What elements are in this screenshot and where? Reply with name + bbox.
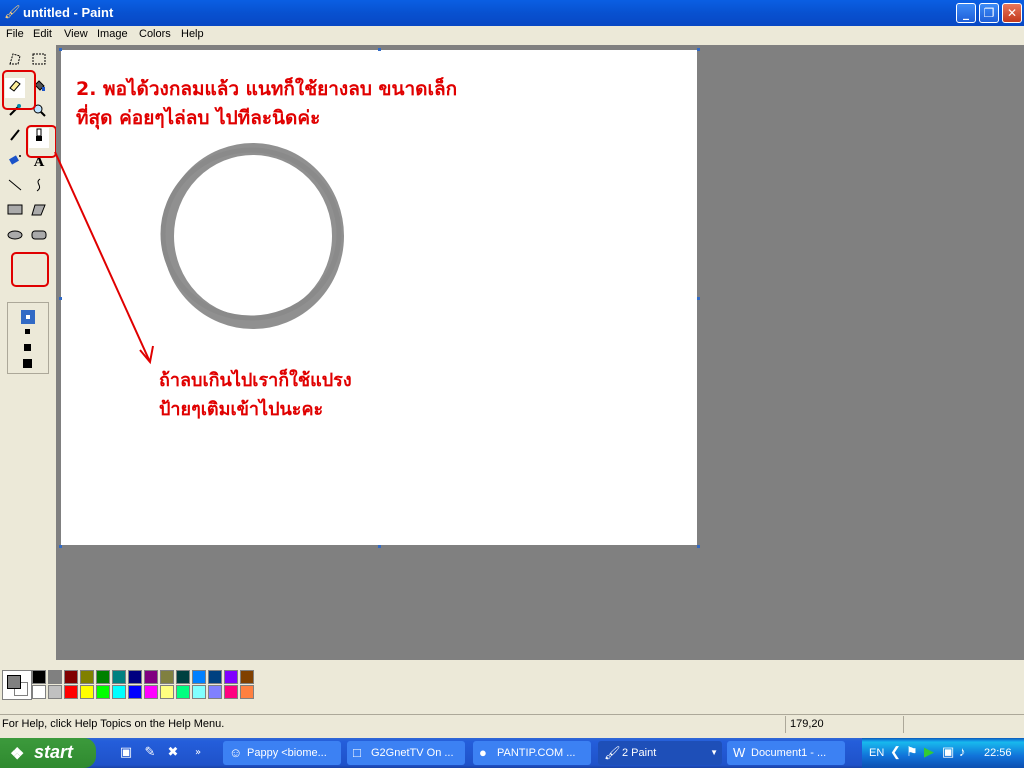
palette-swatch[interactable] (32, 685, 46, 699)
palette-swatch[interactable] (160, 670, 174, 684)
menu-bar: File Edit View Image Colors Help (0, 26, 1024, 44)
palette-swatch[interactable] (112, 685, 126, 699)
tip-text-line2: ป้ายๆเติมเข้าไปนะคะ (159, 399, 324, 420)
tray-back-icon[interactable]: ❮ (890, 744, 901, 760)
canvas-resize-handle[interactable] (697, 297, 700, 300)
minimize-button[interactable]: _ (956, 3, 976, 23)
status-bar: For Help, click Help Topics on the Help … (0, 714, 1024, 735)
group-arrow-icon: ▼ (710, 748, 718, 757)
clock[interactable]: 22:56 (984, 747, 1012, 759)
status-help-text: For Help, click Help Topics on the Help … (2, 718, 225, 730)
canvas-handle (59, 545, 62, 548)
paint-app-icon[interactable]: 🖌 (4, 5, 21, 20)
palette-swatch[interactable] (64, 685, 78, 699)
canvas-resize-handle[interactable] (697, 545, 700, 548)
taskbar: ❖ start ▣ ✎ ✖ » ☺ Pappy <biome... □ G2Gnet… (0, 738, 1024, 768)
palette-swatch[interactable] (176, 670, 190, 684)
palette-swatch[interactable] (144, 685, 158, 699)
palette-swatch[interactable] (128, 670, 142, 684)
canvas-handle (697, 48, 700, 51)
restore-button[interactable]: ❐ (979, 3, 999, 23)
palette-swatch[interactable] (240, 670, 254, 684)
step-text-line1: 2. พอได้วงกลมแล้ว แนทก็ใช้ยางลบ ขนาดเล็ก (76, 78, 458, 100)
palette-swatch[interactable] (224, 685, 238, 699)
start-button[interactable]: ❖ start (0, 738, 96, 768)
palette-swatch[interactable] (240, 685, 254, 699)
palette-swatch[interactable] (192, 670, 206, 684)
system-tray: EN ❮ ⚑ ▶ ▣ ♪ 22:56 (862, 738, 1024, 768)
palette-swatch[interactable] (96, 670, 110, 684)
menu-file[interactable]: File (6, 28, 24, 40)
task-paint[interactable]: 🖌 2 Paint ▼ (598, 741, 722, 765)
palette-swatch[interactable] (208, 685, 222, 699)
canvas-handle (378, 48, 381, 51)
person-icon: ☺ (229, 745, 243, 760)
palette-swatch[interactable] (224, 670, 238, 684)
title-bar: 🖌 untitled - Paint _ ❐ ✕ (0, 0, 1024, 26)
tip-text-line1: ถ้าลบเกินไปเราก็ใช้แปรง (159, 370, 352, 391)
excel-icon[interactable]: ✖ (165, 745, 181, 761)
palette-swatch[interactable] (176, 685, 190, 699)
palette-swatch[interactable] (48, 670, 62, 684)
palette-swatch[interactable] (208, 670, 222, 684)
color-palette (0, 662, 1024, 710)
menu-image[interactable]: Image (97, 28, 128, 40)
palette-swatch[interactable] (128, 685, 142, 699)
volume-icon[interactable]: ♪ (959, 744, 966, 759)
palette-swatch[interactable] (64, 670, 78, 684)
window-title: untitled - Paint (23, 5, 114, 20)
menu-edit[interactable]: Edit (33, 28, 52, 40)
task-g2gnettv[interactable]: □ G2GnetTV On ... (347, 741, 465, 765)
palette-swatch[interactable] (48, 685, 62, 699)
monitor-icon: □ (353, 745, 361, 760)
palette-swatch[interactable] (96, 685, 110, 699)
menu-help[interactable]: Help (181, 28, 204, 40)
palette-swatch[interactable] (80, 685, 94, 699)
menu-view[interactable]: View (64, 28, 88, 40)
menu-colors[interactable]: Colors (139, 28, 171, 40)
palette-swatch[interactable] (112, 670, 126, 684)
firefox-icon: ● (479, 745, 487, 760)
eraser-highlight (2, 70, 36, 110)
canvas-handle (59, 297, 62, 300)
canvas-resize-handle[interactable] (378, 545, 381, 548)
language-indicator[interactable]: EN (869, 747, 884, 759)
palette-swatch[interactable] (144, 670, 158, 684)
network-icon[interactable]: ⚑ (906, 744, 918, 760)
close-button[interactable]: ✕ (1002, 3, 1022, 23)
windows-flag-icon: ❖ (10, 746, 25, 763)
task-document1[interactable]: W Document1 - ... (727, 741, 845, 765)
step-text-line2: ที่สุด ค่อยๆไล่ลบ ไปทีละนิดค่ะ (76, 107, 321, 129)
task-pantip[interactable]: ● PANTIP.COM ... (473, 741, 591, 765)
canvas-handle (59, 48, 62, 51)
show-desktop-icon[interactable]: ▣ (118, 745, 134, 761)
free-select-icon[interactable] (5, 52, 25, 72)
rect-select-icon[interactable] (29, 52, 49, 72)
monitor-tray-icon[interactable]: ▣ (942, 744, 954, 760)
palette-swatch[interactable] (32, 670, 46, 684)
palette-swatch[interactable] (80, 670, 94, 684)
cursor-coordinates: 179,20 (790, 718, 824, 730)
paint-icon: 🖌 (604, 745, 621, 760)
annotation-arrow (54, 151, 154, 365)
palette-swatch[interactable] (192, 685, 206, 699)
notepad-icon[interactable]: ✎ (142, 745, 158, 761)
task-pappy[interactable]: ☺ Pappy <biome... (223, 741, 341, 765)
foreground-color[interactable] (7, 675, 21, 689)
palette-swatch[interactable] (160, 685, 174, 699)
current-colors (2, 670, 32, 700)
play-icon[interactable]: ▶ (924, 744, 934, 760)
word-icon: W (733, 745, 746, 760)
more-quicklaunch-icon[interactable]: » (190, 745, 206, 761)
